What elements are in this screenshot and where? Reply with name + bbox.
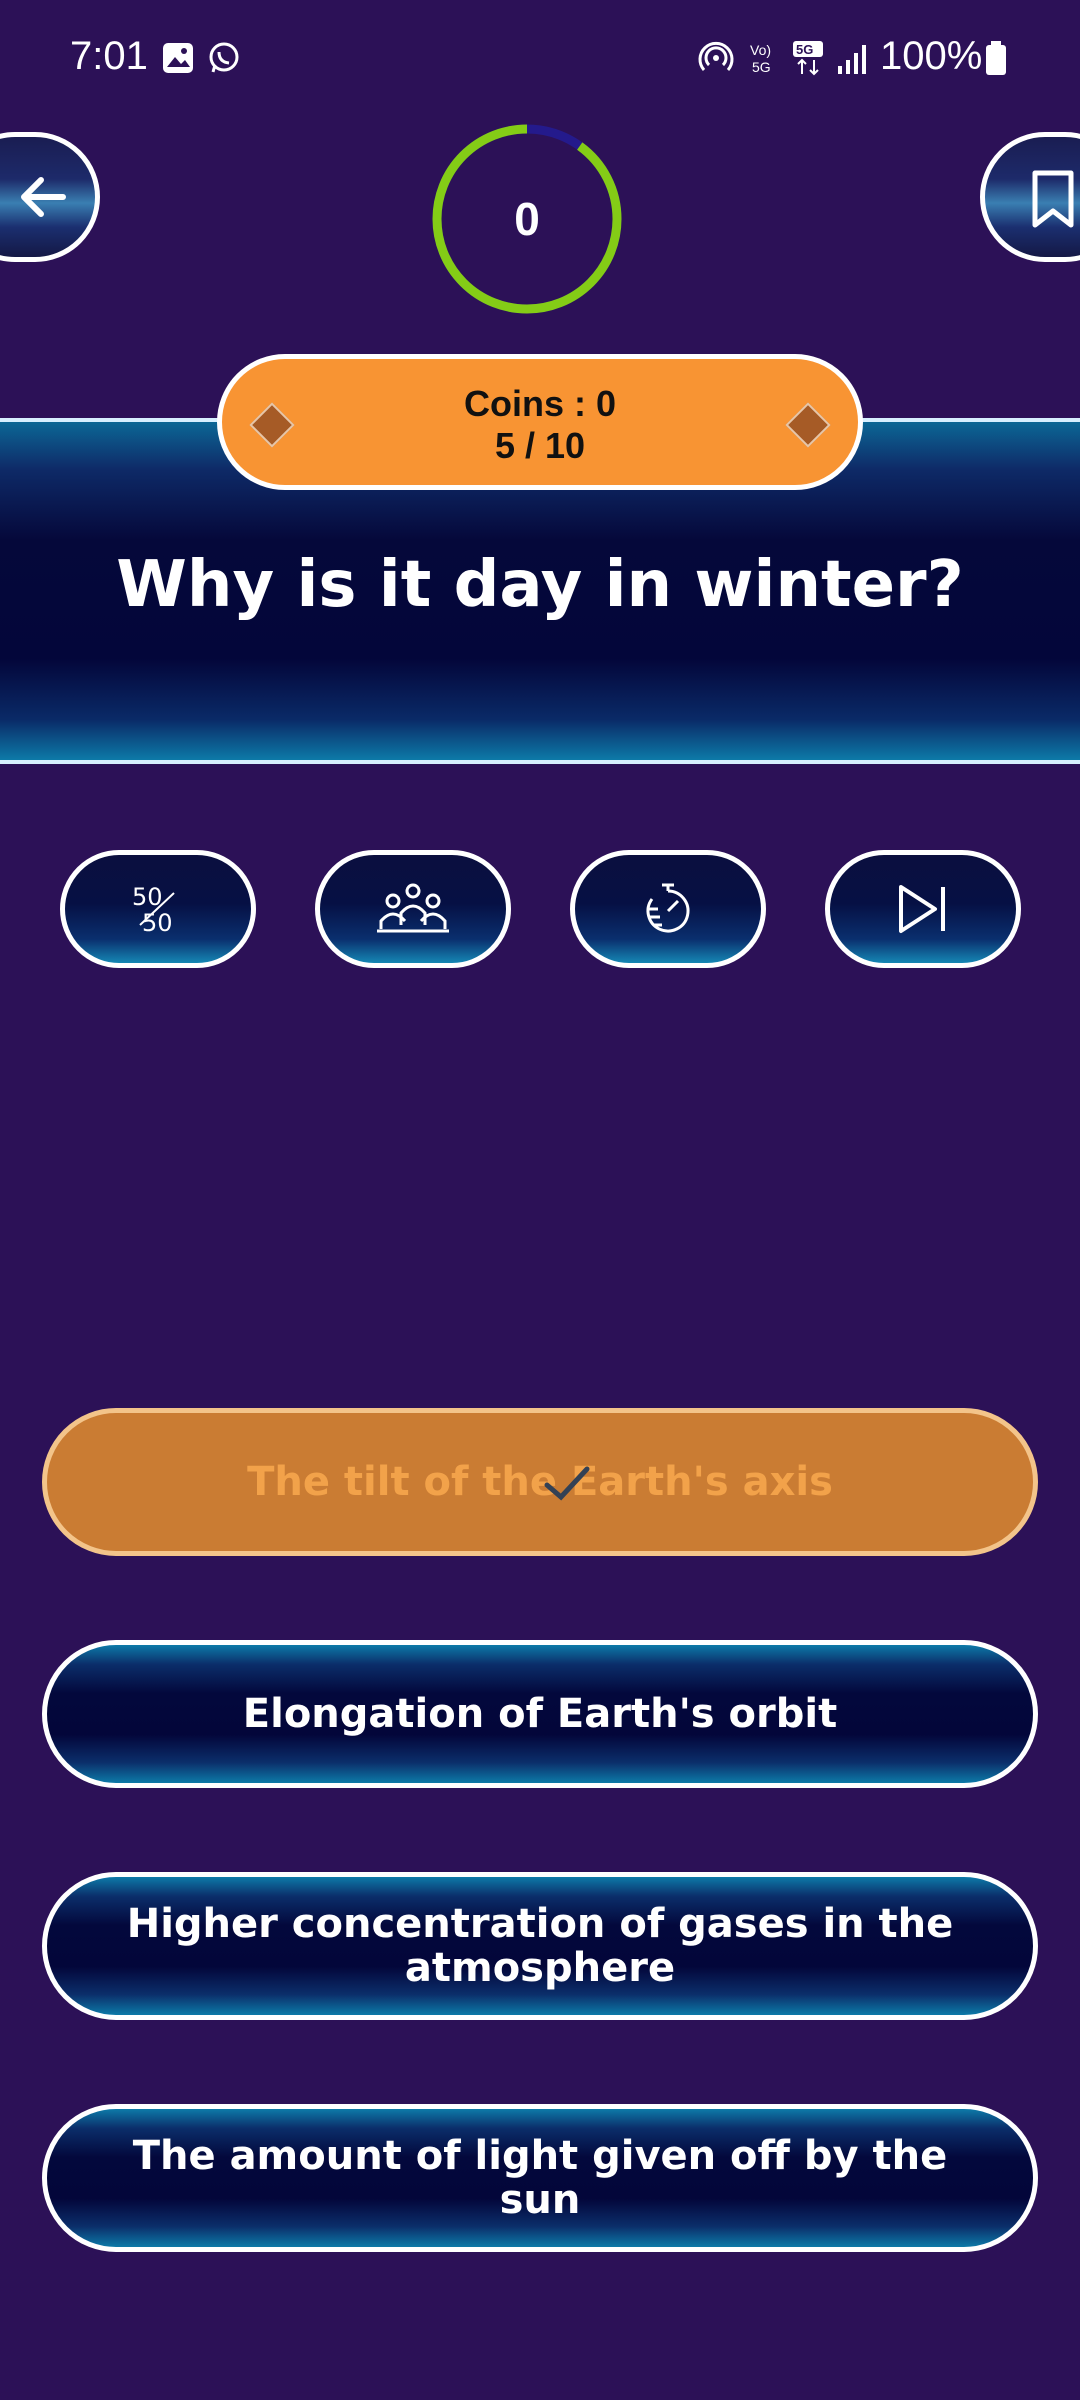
answer-text: Higher concentration of gases in the atm…	[126, 1901, 954, 1991]
arrow-left-icon	[21, 177, 66, 217]
svg-text:50: 50	[142, 909, 173, 937]
status-bar: 7:01 Vo) 5G 5G 100%	[0, 0, 1080, 120]
skip-icon	[899, 885, 945, 933]
question-text: Why is it day in winter?	[116, 548, 964, 622]
bookmark-button[interactable]	[980, 132, 1080, 262]
quiz-screen: 7:01 Vo) 5G 5G 100% 0 Why is it day in w…	[0, 0, 1080, 2400]
back-button[interactable]	[0, 132, 100, 262]
battery-icon	[986, 41, 1006, 75]
answer-option-1[interactable]: The tilt of the Earth's axis	[42, 1408, 1038, 1556]
5g-icon: 5G	[793, 41, 823, 76]
coins-label: Coins : 0	[463, 383, 616, 424]
audience-icon	[377, 883, 449, 933]
bookmark-icon	[1032, 170, 1074, 228]
svg-text:5G: 5G	[796, 42, 813, 57]
question-progress: 5 / 10	[494, 425, 586, 466]
lifeline-add-time-button[interactable]	[570, 850, 766, 968]
fifty-fifty-icon: 50 50	[132, 883, 175, 937]
stopwatch-icon	[646, 883, 690, 933]
answer-text: Elongation of Earth's orbit	[242, 1691, 838, 1737]
svg-text:Vo): Vo)	[750, 42, 771, 58]
volte-icon: Vo) 5G	[750, 42, 771, 75]
lifeline-audience-button[interactable]	[315, 850, 511, 968]
status-time: 7:01	[70, 34, 148, 78]
battery-percent: 100%	[880, 34, 983, 78]
answer-option-3[interactable]: Higher concentration of gases in the atm…	[42, 1872, 1038, 2020]
answer-option-4[interactable]: The amount of light given off by the sun	[42, 2104, 1038, 2252]
coins-progress-pill: Coins : 0 5 / 10	[217, 354, 863, 490]
timer-value: 0	[514, 193, 540, 245]
answer-option-2[interactable]: Elongation of Earth's orbit	[42, 1640, 1038, 1788]
coins-info: Coins : 0 5 / 10	[222, 383, 858, 467]
svg-text:5G: 5G	[752, 59, 771, 75]
whatsapp-icon	[209, 42, 239, 73]
hotspot-icon	[698, 41, 734, 71]
gallery-icon	[163, 43, 193, 73]
answer-text: The amount of light given off by the sun	[132, 2133, 948, 2223]
lifeline-skip-button[interactable]	[825, 850, 1021, 968]
lifeline-fifty-fifty-button[interactable]: 50 50	[60, 850, 256, 968]
check-icon	[544, 1466, 590, 1501]
signal-icon	[838, 45, 866, 74]
